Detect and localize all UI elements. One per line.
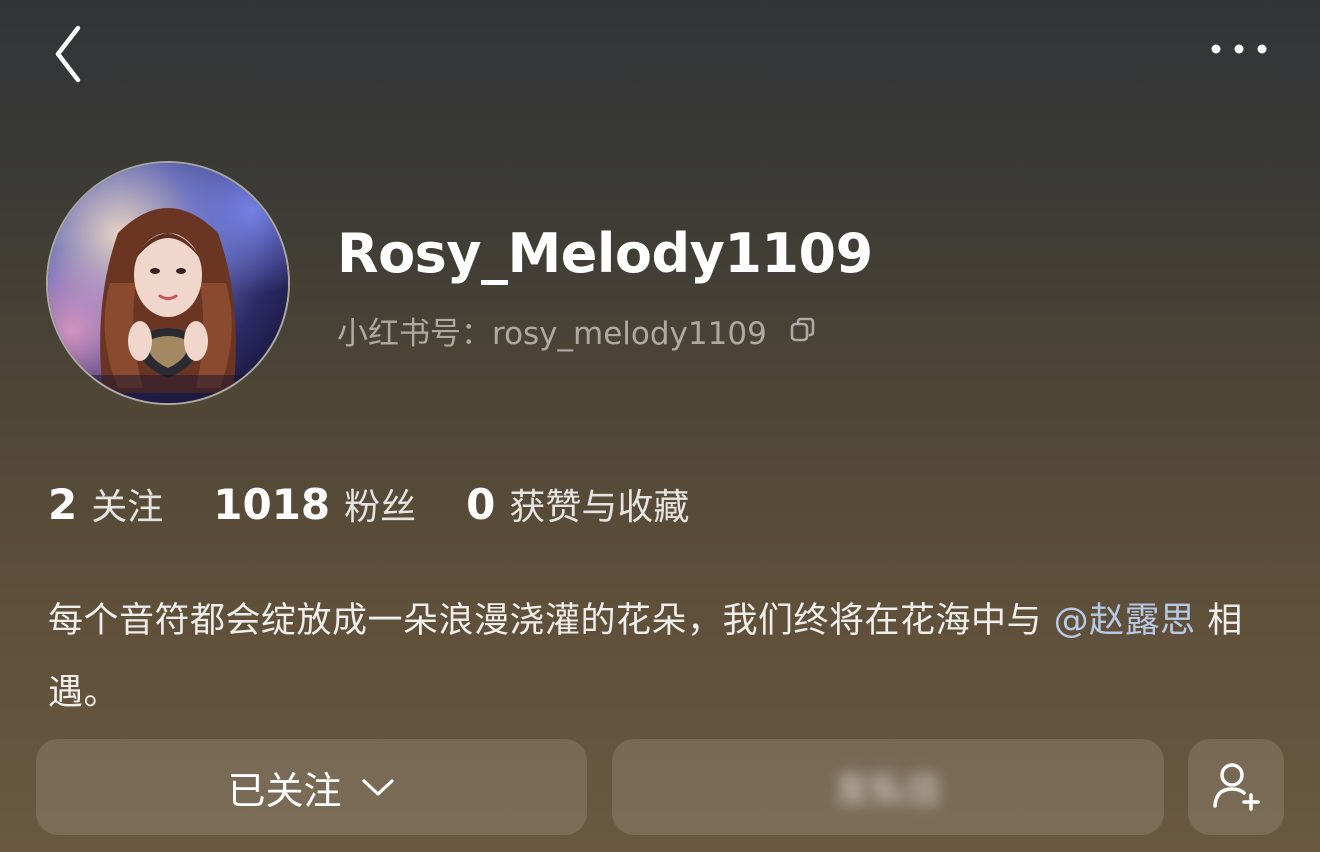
username: Rosy_Melody1109 [337,222,873,285]
stat-likes[interactable]: 0 获赞与收藏 [466,478,689,530]
bio: 每个音符都会绽放成一朵浪漫浇灌的花朵，我们终将在花海中与 @赵露思 相遇。 [48,585,1278,729]
stat-following-count: 2 [48,480,78,529]
bio-mention-link[interactable]: @赵露思 [1054,601,1196,641]
stat-likes-label: 获赞与收藏 [509,487,690,528]
more-options-button[interactable] [1204,30,1274,70]
chevron-left-icon [55,25,81,83]
add-friend-button[interactable] [1188,739,1284,835]
message-button-label: 发私信 [833,770,942,811]
avatar-photo [48,163,288,403]
stat-followers-label: 粉丝 [344,487,417,528]
followed-button-label: 已关注 [227,768,342,813]
stat-following[interactable]: 2 关注 [48,478,163,530]
bio-text-before: 每个音符都会绽放成一朵浪漫浇灌的花朵，我们终将在花海中与 [48,601,1054,641]
add-user-icon [1213,763,1260,811]
back-button[interactable] [44,22,92,86]
xhs-id-text: 小红书号：rosy_melody1109 [337,315,767,352]
more-dots-icon [1211,44,1267,54]
stat-followers[interactable]: 1018 粉丝 [213,478,416,530]
xhs-id-row: 小红书号：rosy_melody1109 [337,308,817,352]
stat-followers-count: 1018 [213,480,331,529]
stats-row: 2 关注 1018 粉丝 0 获赞与收藏 [48,478,739,538]
message-button[interactable]: 发私信 [612,739,1164,835]
chevron-down-icon [361,779,394,796]
avatar[interactable] [48,163,288,403]
followed-button[interactable]: 已关注 [36,739,587,835]
stat-following-label: 关注 [91,487,164,528]
stat-likes-count: 0 [466,480,496,529]
copy-icon[interactable] [789,316,817,344]
